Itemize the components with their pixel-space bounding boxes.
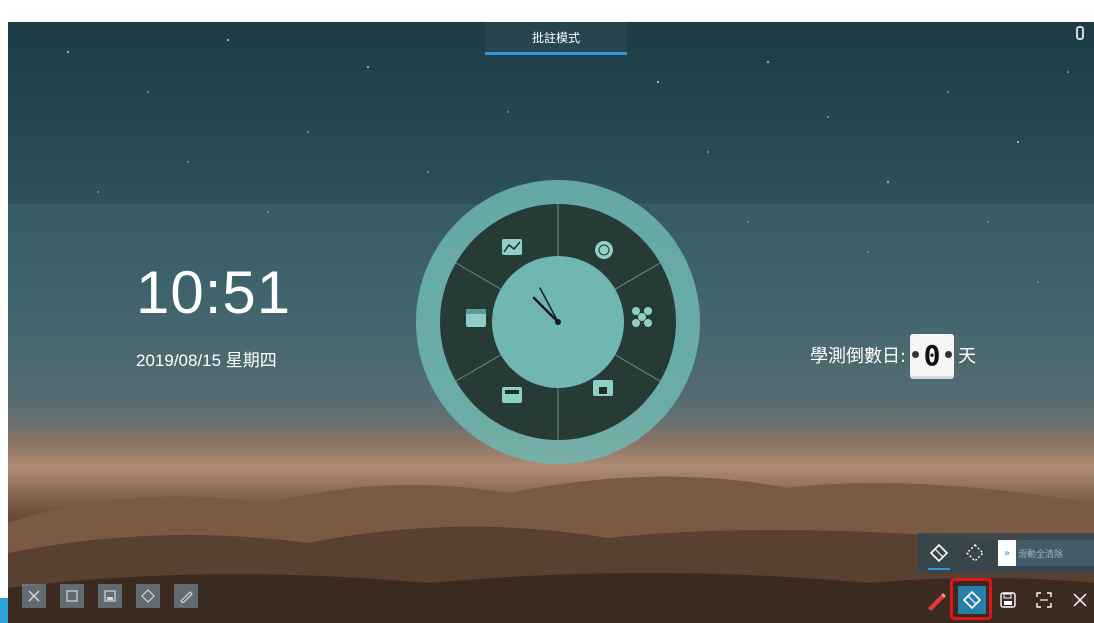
calendar-icon[interactable]	[466, 309, 486, 327]
selection-icon	[1036, 592, 1052, 608]
pen-icon	[180, 591, 193, 603]
left-pen-button[interactable]	[174, 584, 198, 608]
annotation-mode-label: 批註模式	[531, 30, 580, 45]
countdown-digit: 0	[923, 338, 941, 372]
eraser-icon	[929, 543, 949, 563]
swipe-clear-all-label: 滑動全清除	[1018, 549, 1064, 560]
left-close-button[interactable]	[22, 584, 46, 608]
close-icon	[28, 590, 40, 602]
annotation-mode-tab[interactable]: 批註模式	[485, 22, 627, 55]
exam-countdown: 學測倒數日: 0 天	[810, 334, 976, 376]
clock-time: 10:51	[136, 259, 292, 326]
countdown-label: 學測倒數日:	[810, 346, 907, 367]
globe-icon[interactable]	[595, 241, 613, 259]
save-button[interactable]	[994, 585, 1022, 615]
left-save-button[interactable]	[98, 584, 122, 608]
left-eraser-button[interactable]	[136, 584, 160, 608]
countdown-unit: 天	[958, 346, 977, 367]
close-icon	[1073, 593, 1087, 607]
eraser-button[interactable]	[958, 586, 986, 614]
selection-button[interactable]	[1030, 585, 1058, 615]
left-toolbar	[22, 584, 198, 608]
selection-icon	[66, 590, 78, 602]
app-dial	[416, 180, 700, 464]
close-button[interactable]	[1066, 585, 1094, 615]
eraser-icon	[141, 589, 155, 603]
save-icon	[104, 590, 116, 602]
pen-icon	[928, 593, 946, 611]
swipe-clear-all-button[interactable]: » 滑動全清除	[998, 540, 1094, 566]
left-selection-button[interactable]	[60, 584, 84, 608]
eraser-tool-button[interactable]	[926, 540, 952, 570]
eraser-icon	[962, 590, 982, 610]
desktop-screen: 批註模式 10:51 2019/08/15 星期四 學測倒數日: 0 天 » 滑…	[8, 22, 1094, 623]
countdown-flip-card: 0	[910, 334, 955, 376]
chart-icon[interactable]	[502, 239, 522, 255]
eraser-options-panel: » 滑動全清除	[918, 533, 1094, 573]
left-edge-accent	[0, 598, 8, 623]
calculator-icon[interactable]	[502, 387, 522, 403]
region-eraser-button[interactable]	[962, 540, 988, 566]
pen-button[interactable]	[922, 585, 950, 615]
cast-icon[interactable]	[593, 380, 613, 396]
swipe-arrow-icon: »	[998, 540, 1016, 566]
mouse-icon[interactable]	[1076, 26, 1084, 40]
clock-date: 2019/08/15 星期四	[136, 351, 277, 370]
region-eraser-icon	[966, 544, 984, 562]
eraser-button-wrap	[950, 578, 992, 620]
annotation-toolbar	[916, 577, 1094, 623]
save-icon	[1000, 592, 1016, 608]
